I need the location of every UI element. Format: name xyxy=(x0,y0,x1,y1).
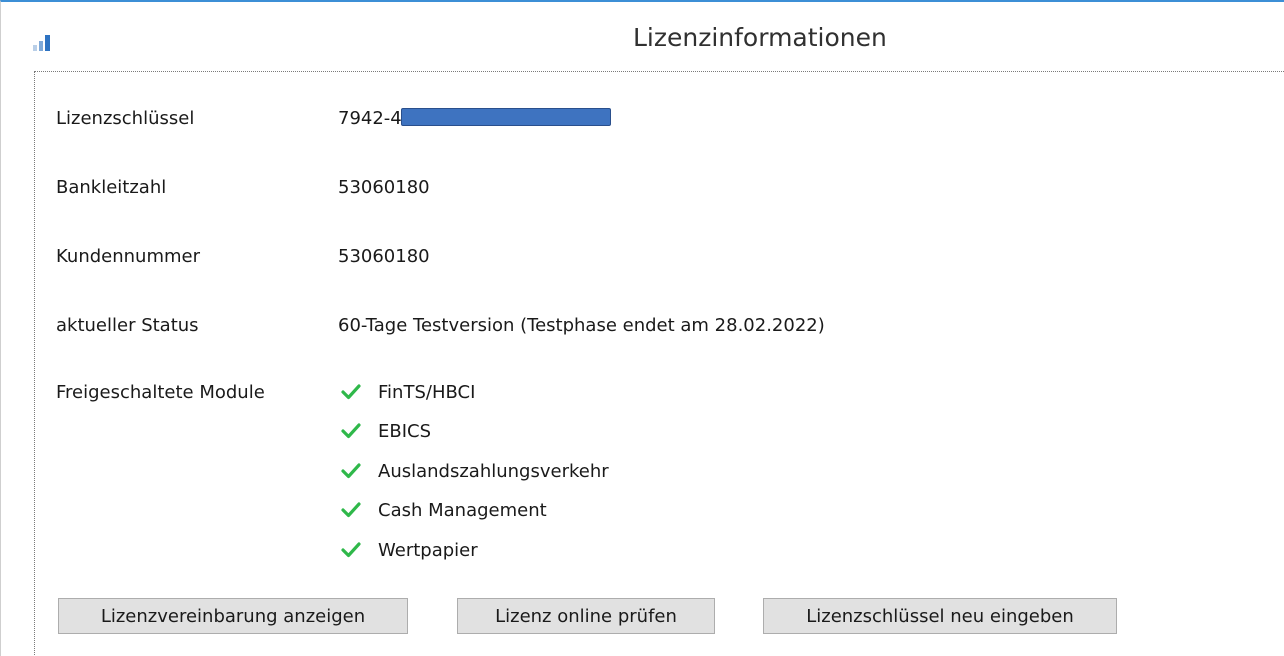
check-icon xyxy=(341,463,361,479)
module-label: FinTS/HBCI xyxy=(378,381,476,403)
module-label: EBICS xyxy=(378,420,432,442)
module-item: Auslandszahlungsverkehr xyxy=(341,458,609,484)
module-item: FinTS/HBCI xyxy=(341,379,475,405)
license-key-value: 7942-4 xyxy=(338,108,611,129)
customer-number-value: 53060180 xyxy=(338,246,430,267)
signal-bars-icon xyxy=(33,35,50,51)
status-value: 60-Tage Testversion (Testphase endet am … xyxy=(338,315,825,336)
license-key-label: Lizenzschlüssel xyxy=(56,108,195,129)
module-item: Wertpapier xyxy=(341,537,478,563)
module-label: Auslandszahlungsverkehr xyxy=(378,460,609,482)
check-icon xyxy=(341,542,361,558)
title-bar: Lizenzinformationen xyxy=(1,2,1284,64)
redaction-bar xyxy=(400,108,611,126)
reenter-license-key-button[interactable]: Lizenzschlüssel neu eingeben xyxy=(763,598,1117,634)
check-license-online-button[interactable]: Lizenz online prüfen xyxy=(457,598,715,634)
license-info-window: Lizenzinformationen Lizenzschlüssel 7942… xyxy=(0,0,1284,656)
check-icon xyxy=(341,423,361,439)
show-license-agreement-button[interactable]: Lizenzvereinbarung anzeigen xyxy=(58,598,408,634)
module-item: EBICS xyxy=(341,418,431,444)
customer-number-label: Kundennummer xyxy=(56,246,200,267)
module-label: Wertpapier xyxy=(378,539,478,561)
module-item: Cash Management xyxy=(341,497,547,523)
check-icon xyxy=(341,384,361,400)
window-title: Lizenzinformationen xyxy=(633,23,887,52)
bank-code-label: Bankleitzahl xyxy=(56,177,167,198)
check-icon xyxy=(341,502,361,518)
bank-code-value: 53060180 xyxy=(338,177,430,198)
module-label: Cash Management xyxy=(378,499,547,521)
modules-label: Freigeschaltete Module xyxy=(56,382,265,403)
status-label: aktueller Status xyxy=(56,315,199,336)
license-key-text: 7942-4 xyxy=(338,108,402,129)
license-panel xyxy=(34,71,1284,656)
